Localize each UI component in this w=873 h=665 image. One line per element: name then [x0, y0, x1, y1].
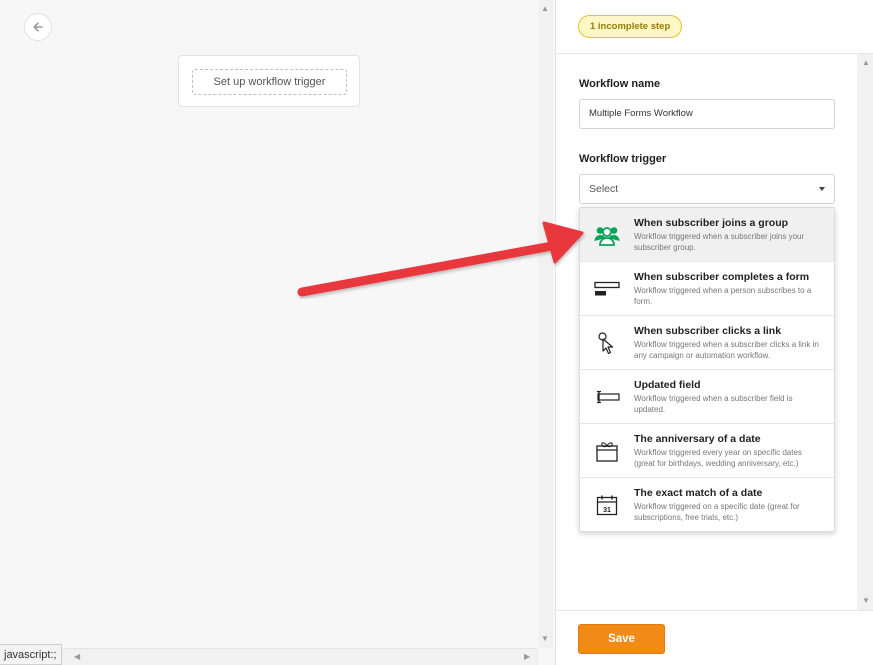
scroll-up-icon[interactable]: ▲ — [541, 4, 549, 13]
workflow-name-label: Workflow name — [579, 78, 661, 90]
trigger-dropdown-menu: When subscriber joins a group Workflow t… — [579, 207, 835, 532]
workflow-trigger-card[interactable]: Set up workflow trigger — [178, 55, 360, 107]
option-title: The exact match of a date — [634, 487, 763, 499]
form-icon — [594, 276, 620, 302]
group-icon — [594, 222, 620, 248]
option-title: When subscriber clicks a link — [634, 325, 782, 337]
option-description: Workflow triggered when a subscriber fie… — [634, 394, 793, 414]
option-title: When subscriber completes a form — [634, 271, 810, 283]
incomplete-steps-badge[interactable]: 1 incomplete step — [578, 15, 683, 38]
arrow-left-icon — [33, 22, 43, 32]
option-title: The anniversary of a date — [634, 433, 761, 445]
trigger-option-anniversary-date[interactable]: The anniversary of a date Workflow trigg… — [580, 424, 834, 478]
save-button[interactable]: Save — [578, 624, 665, 654]
option-description: Workflow triggered when a subscriber joi… — [634, 232, 805, 252]
panel-header: 1 incomplete step — [556, 0, 873, 54]
workflow-trigger-label: Workflow trigger — [579, 153, 667, 165]
select-value: Select — [589, 183, 619, 195]
back-button[interactable] — [24, 13, 52, 41]
option-description: Workflow triggered on a specific date (g… — [634, 502, 800, 522]
option-description: Workflow triggered when a subscriber cli… — [634, 340, 819, 360]
caret-down-icon — [819, 187, 825, 191]
scroll-down-icon[interactable]: ▼ — [541, 634, 549, 643]
trigger-option-updated-field[interactable]: Updated field Workflow triggered when a … — [580, 370, 834, 424]
cursor-click-icon — [594, 330, 620, 356]
workflow-trigger-select[interactable]: Select — [579, 174, 835, 204]
workflow-canvas: Set up workflow trigger ▲ ▼ ◀ ▶ javascri… — [0, 0, 555, 665]
canvas-vertical-scrollbar[interactable]: ▲ ▼ — [538, 0, 553, 648]
scroll-up-icon[interactable]: ▲ — [862, 58, 870, 67]
workflow-name-input[interactable]: Multiple Forms Workflow — [579, 99, 835, 129]
trigger-option-completes-form[interactable]: When subscriber completes a form Workflo… — [580, 262, 834, 316]
calendar-day: 31 — [603, 507, 611, 514]
trigger-option-clicks-link[interactable]: When subscriber clicks a link Workflow t… — [580, 316, 834, 370]
trigger-option-joins-group[interactable]: When subscriber joins a group Workflow t… — [580, 208, 834, 262]
option-description: Workflow triggered every year on specifi… — [634, 448, 802, 468]
scroll-right-icon[interactable]: ▶ — [524, 652, 530, 661]
settings-panel: 1 incomplete step Workflow name Multiple… — [555, 0, 873, 665]
scroll-down-icon[interactable]: ▼ — [862, 596, 870, 605]
status-bar-url: javascript:; — [0, 644, 62, 665]
trigger-option-exact-date[interactable]: 31 The exact match of a date Workflow tr… — [580, 478, 834, 531]
trigger-placeholder[interactable]: Set up workflow trigger — [192, 69, 347, 95]
option-description: Workflow triggered when a person subscri… — [634, 286, 812, 306]
gift-icon — [594, 438, 620, 464]
panel-body: Workflow name Multiple Forms Workflow Wo… — [556, 54, 856, 610]
option-title: Updated field — [634, 379, 701, 391]
canvas-horizontal-scrollbar[interactable]: ◀ ▶ — [0, 648, 538, 665]
scroll-left-icon[interactable]: ◀ — [74, 652, 80, 661]
text-field-icon — [594, 384, 620, 410]
calendar-icon: 31 — [594, 492, 620, 518]
panel-footer: Save — [556, 610, 873, 665]
panel-vertical-scrollbar[interactable]: ▲ ▼ — [857, 54, 873, 610]
option-title: When subscriber joins a group — [634, 217, 789, 229]
